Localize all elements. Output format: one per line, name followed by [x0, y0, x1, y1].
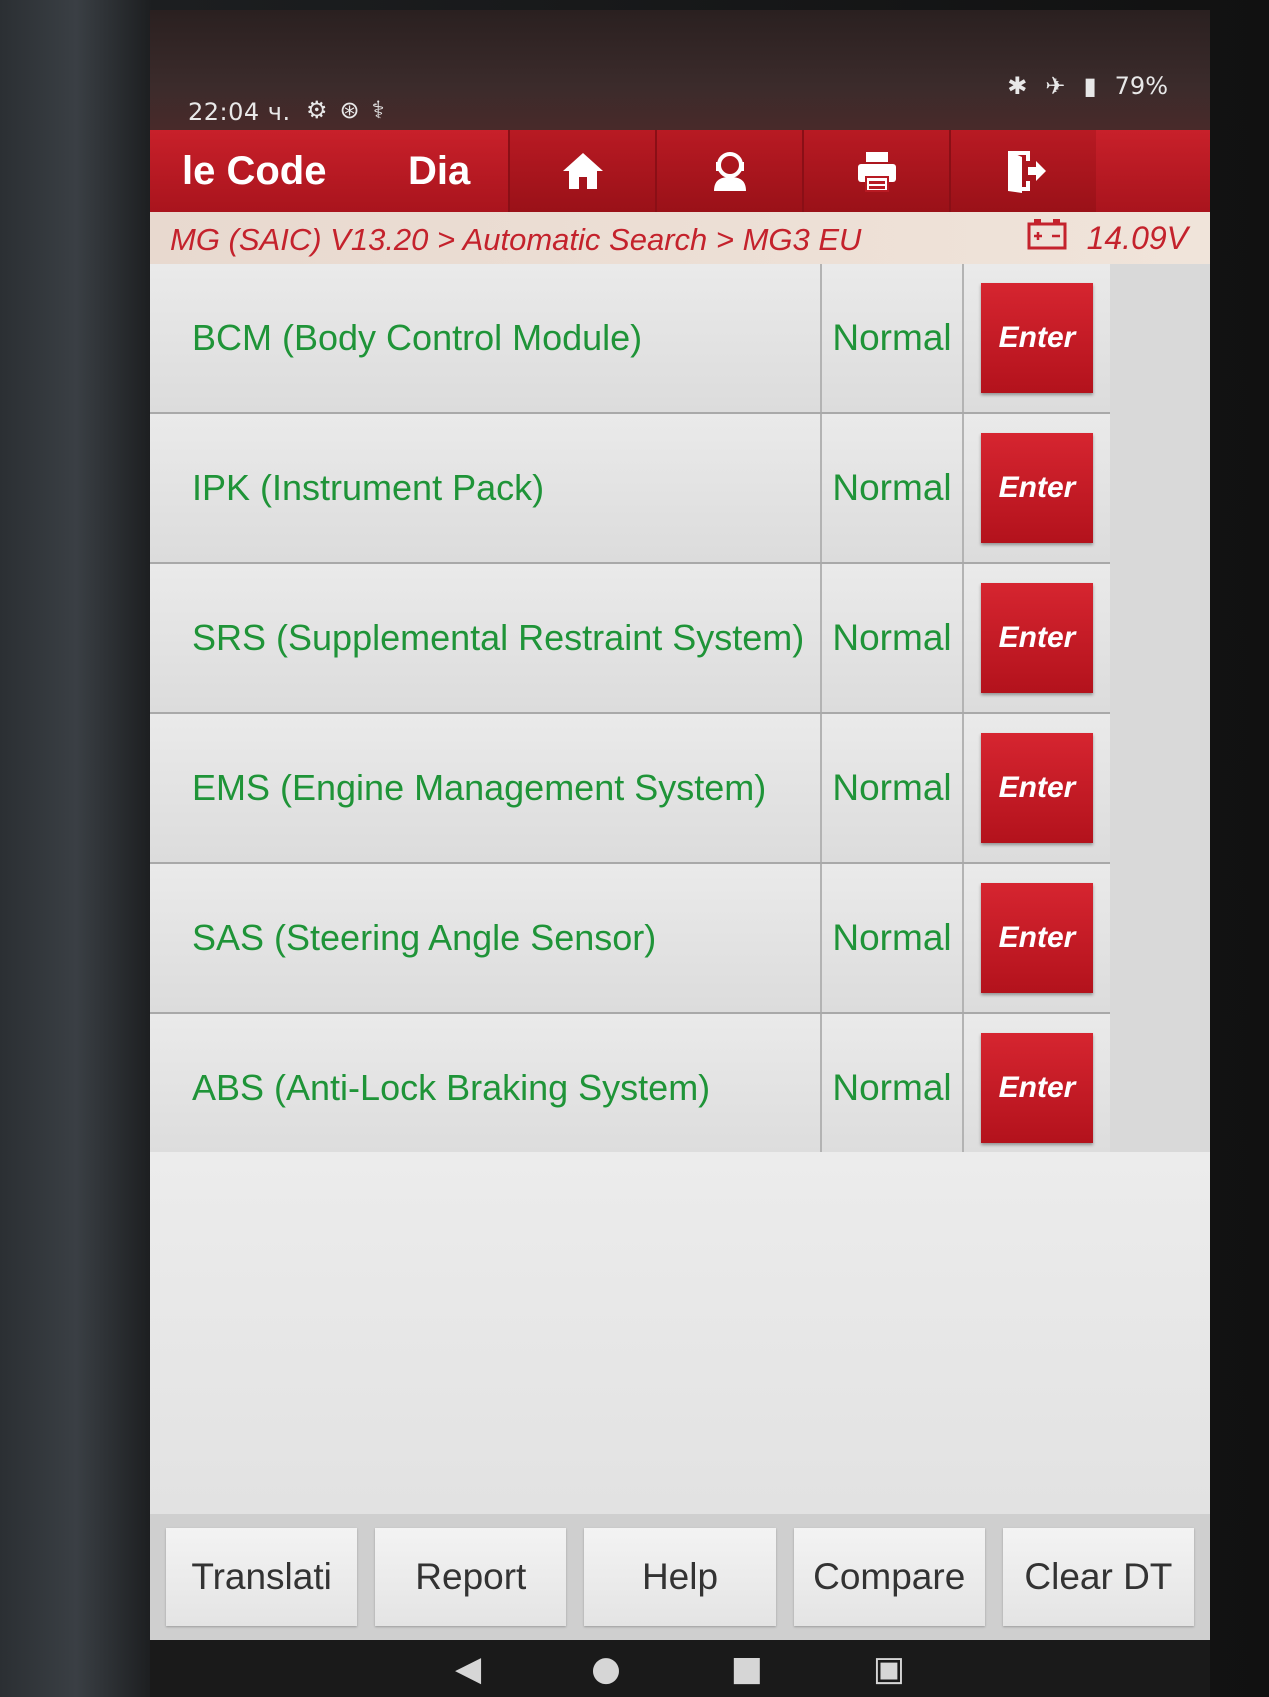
bluetooth-icon: ✱	[1007, 72, 1028, 100]
screen: 22:04 ч. ⚙ ⊛ ⚕ ✱ ✈ ▮ 79% le Code Dia MG …	[150, 10, 1210, 1697]
module-list: BCM (Body Control Module) Normal Enter I…	[150, 264, 1110, 1164]
status-icons-right: ✱ ✈ ▮ 79%	[1007, 72, 1168, 100]
support-icon	[713, 152, 746, 191]
module-status: Normal	[822, 714, 964, 862]
recents-icon[interactable]: ■	[731, 1649, 763, 1689]
home-button[interactable]	[508, 130, 655, 212]
module-name: IPK (Instrument Pack)	[150, 414, 822, 562]
module-row: ABS (Anti-Lock Braking System) Normal En…	[150, 1014, 1110, 1164]
airplane-icon: ✈	[1045, 72, 1066, 100]
module-row: EMS (Engine Management System) Normal En…	[150, 714, 1110, 864]
notification-icon: ⊛	[339, 96, 360, 124]
support-button[interactable]	[655, 130, 802, 212]
voltage-value: 14.09V	[1086, 219, 1188, 256]
module-action: Enter	[964, 1014, 1110, 1162]
exit-icon	[1007, 151, 1046, 193]
bottom-toolbar: Translati Report Help Compare Clear DT	[150, 1514, 1210, 1640]
empty-list-area	[150, 1152, 1210, 1514]
enter-button[interactable]: Enter	[981, 283, 1093, 393]
voltage-indicator: 14.09V	[1027, 218, 1188, 258]
clear-dtc-button[interactable]: Clear DT	[1002, 1528, 1195, 1626]
translation-button[interactable]: Translati	[166, 1528, 358, 1626]
enter-button[interactable]: Enter	[981, 583, 1093, 693]
home-circle-icon[interactable]: ●	[591, 1649, 621, 1689]
tab-diagnose[interactable]: Dia	[400, 130, 508, 212]
tab-code[interactable]: le Code	[150, 130, 400, 212]
module-status: Normal	[822, 864, 964, 1012]
report-button[interactable]: Report	[375, 1528, 567, 1626]
module-status: Normal	[822, 264, 964, 412]
help-button[interactable]: Help	[584, 1528, 776, 1626]
car-battery-icon	[1027, 218, 1067, 258]
module-name: EMS (Engine Management System)	[150, 714, 822, 862]
battery-level: 79%	[1114, 72, 1168, 100]
module-action: Enter	[964, 264, 1110, 412]
status-time: 22:04 ч.	[188, 98, 291, 126]
tablet-device: 22:04 ч. ⚙ ⊛ ⚕ ✱ ✈ ▮ 79% le Code Dia MG …	[0, 0, 1269, 1697]
home-icon	[562, 153, 603, 189]
enter-button[interactable]: Enter	[981, 883, 1093, 993]
module-row: SRS (Supplemental Restraint System) Norm…	[150, 564, 1110, 714]
top-toolbar: le Code Dia	[150, 130, 1210, 212]
module-status: Normal	[822, 1014, 964, 1162]
module-name: SAS (Steering Angle Sensor)	[150, 864, 822, 1012]
module-name: BCM (Body Control Module)	[150, 264, 822, 412]
status-bar: 22:04 ч. ⚙ ⊛ ⚕ ✱ ✈ ▮ 79%	[150, 10, 1210, 135]
enter-button[interactable]: Enter	[981, 433, 1093, 543]
screenshot-icon[interactable]: ▣	[873, 1649, 905, 1689]
enter-button[interactable]: Enter	[981, 733, 1093, 843]
module-row: IPK (Instrument Pack) Normal Enter	[150, 414, 1110, 564]
android-nav-bar: ◀ ● ■ ▣	[150, 1640, 1210, 1697]
exit-button[interactable]	[949, 130, 1096, 212]
breadcrumb: MG (SAIC) V13.20 > Automatic Search > MG…	[170, 222, 862, 257]
module-action: Enter	[964, 564, 1110, 712]
module-name: ABS (Anti-Lock Braking System)	[150, 1014, 822, 1162]
module-action: Enter	[964, 414, 1110, 562]
print-icon	[857, 152, 896, 192]
module-status: Normal	[822, 414, 964, 562]
module-status: Normal	[822, 564, 964, 712]
breadcrumb-bar: MG (SAIC) V13.20 > Automatic Search > MG…	[150, 212, 1210, 264]
module-action: Enter	[964, 864, 1110, 1012]
module-row: SAS (Steering Angle Sensor) Normal Enter	[150, 864, 1110, 1014]
compare-button[interactable]: Compare	[793, 1528, 985, 1626]
back-icon[interactable]: ◀	[455, 1649, 481, 1689]
module-row: BCM (Body Control Module) Normal Enter	[150, 264, 1110, 414]
gear-icon: ⚙	[306, 96, 328, 124]
print-button[interactable]	[802, 130, 949, 212]
stethoscope-icon: ⚕	[371, 96, 385, 124]
battery-icon: ▮	[1083, 72, 1097, 100]
enter-button[interactable]: Enter	[981, 1033, 1093, 1143]
status-icons-left: ⚙ ⊛ ⚕	[306, 96, 385, 124]
module-name: SRS (Supplemental Restraint System)	[150, 564, 822, 712]
module-action: Enter	[964, 714, 1110, 862]
